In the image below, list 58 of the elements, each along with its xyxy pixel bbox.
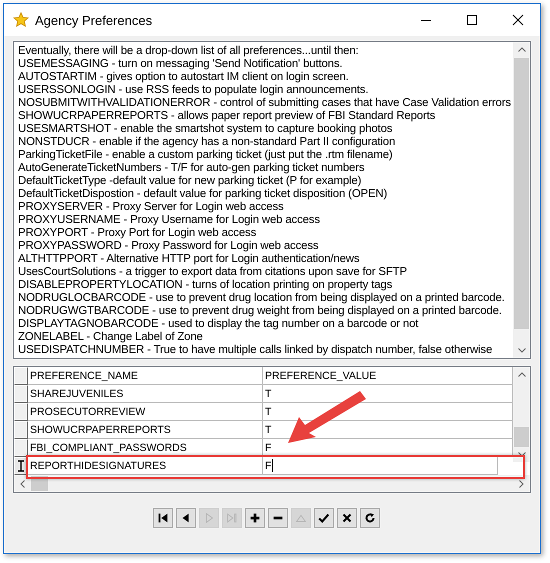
table-cell[interactable]: PROSECUTORREVIEW xyxy=(28,403,263,421)
edit-cursor-icon xyxy=(17,460,25,472)
last-icon xyxy=(224,511,238,525)
first-button[interactable] xyxy=(152,508,172,528)
insert-icon xyxy=(248,511,262,525)
vertical-scrollbar[interactable] xyxy=(513,42,530,358)
post-button[interactable] xyxy=(314,508,334,528)
memo-line: ALTHTTPPORT - Alternative HTTP port for Login authentication/news xyxy=(18,253,360,266)
table-cell[interactable]: FBI_COMPLIANT_PASSWORDS xyxy=(28,439,263,457)
prior-button[interactable] xyxy=(176,508,196,528)
memo-line: PROXYSERVER - Proxy Server for Login web access xyxy=(18,201,285,214)
memo-line: PROXYUSERNAME - Proxy Username for Login web access xyxy=(18,214,321,227)
refresh-icon xyxy=(362,511,376,525)
window-title: Agency Preferences xyxy=(35,12,154,28)
scroll-left-icon[interactable] xyxy=(20,480,25,488)
cancel-button[interactable] xyxy=(336,508,356,528)
star-icon xyxy=(13,12,29,28)
memo-line: Eventually, there will be a drop-down list of all preferences...until then: xyxy=(18,45,360,58)
column-header[interactable]: PREFERENCE_NAME xyxy=(28,367,263,385)
memo-line: ZONELABEL - Change Label of Zone xyxy=(18,331,204,344)
memo-line: USERSSONLOGIN - use RSS feeds to populate login announcements. xyxy=(18,84,370,97)
memo-line: DISPLAYTAGNOBARCODE - used to display the tag number on a barcode or not xyxy=(18,318,420,331)
memo-line: USEDISPATCHNUMBER - True to have multiple calls linked by dispatch number, false otherwise xyxy=(18,344,494,357)
memo-line: SHOWUCRPAPERREPORTS - allows paper report preview of FBI Standard Reports xyxy=(18,110,436,123)
memo-line: USEMESSAGING - turn on messaging 'Send Notification' buttons. xyxy=(18,58,344,71)
memo-line: NONSTDUCR - enable if the agency has a non-standard Part II configuration xyxy=(18,136,396,149)
scroll-down-icon[interactable] xyxy=(518,348,526,353)
memo-line: NODRUGWGTBARCODE - use to prevent drug weight from being displayed on a printed barcode. xyxy=(18,305,503,318)
memo-line: USESMARTSHOT - enable the smartshot system to capture booking photos xyxy=(18,123,394,136)
vertical-scrollbar[interactable] xyxy=(513,367,530,462)
close-icon[interactable] xyxy=(512,14,524,26)
memo-line: ParkingTicketFile - enable a custom parking ticket (just put the .rtm filename) xyxy=(18,149,394,162)
scroll-thumb[interactable] xyxy=(514,427,529,447)
maximize-icon[interactable] xyxy=(466,14,478,26)
table-cell[interactable]: SHOWUCRPAPERREPORTS xyxy=(28,421,263,439)
memo-line: DISABLEPROPERTYLOCATION - turns of location printing on property tags xyxy=(18,279,394,292)
refresh-button[interactable] xyxy=(360,508,380,528)
memo-line: DefaultTicketType -default value for new parking ticket (P for example) xyxy=(18,175,362,188)
scroll-thumb[interactable] xyxy=(514,58,529,329)
scroll-right-icon[interactable] xyxy=(519,480,524,488)
memo-line: PROXYPORT - Proxy Port for Login web access xyxy=(18,227,258,240)
scroll-down-icon[interactable] xyxy=(518,452,526,457)
memo-line: AutoGenerateTicketNumbers - T/F for auto-gen parking ticket numbers xyxy=(18,162,366,175)
memo-line: AUTOSTARTIM - gives option to autostart IM client on login screen. xyxy=(18,71,350,84)
memo-line: NOSUBMITWITHVALIDATIONERROR - control of submitting cases that have Case Validation errors xyxy=(18,97,512,110)
memo-line: DefaultTicketDispostion - default value for parking ticket disposition (OPEN) xyxy=(18,188,388,201)
delete-button[interactable] xyxy=(268,508,288,528)
table-cell[interactable]: SHAREJUVENILES xyxy=(28,385,263,403)
first-icon xyxy=(156,511,170,525)
post-icon xyxy=(316,511,330,525)
insert-button[interactable] xyxy=(244,508,264,528)
notes-memo[interactable] xyxy=(13,41,531,359)
column-header[interactable]: PREFERENCE_VALUE xyxy=(263,367,513,385)
scroll-up-icon[interactable] xyxy=(518,47,526,52)
memo-line: UsesCourtSolutions - a trigger to export data from citations upon save for SFTP xyxy=(18,266,408,279)
memo-line: PROXYPASSWORD - Proxy Password for Login web access xyxy=(18,240,320,253)
scroll-up-icon[interactable] xyxy=(518,372,526,377)
memo-line: NODRUGLOCBARCODE - use to prevent drug location from being displayed on a printed barcode. xyxy=(18,292,506,305)
